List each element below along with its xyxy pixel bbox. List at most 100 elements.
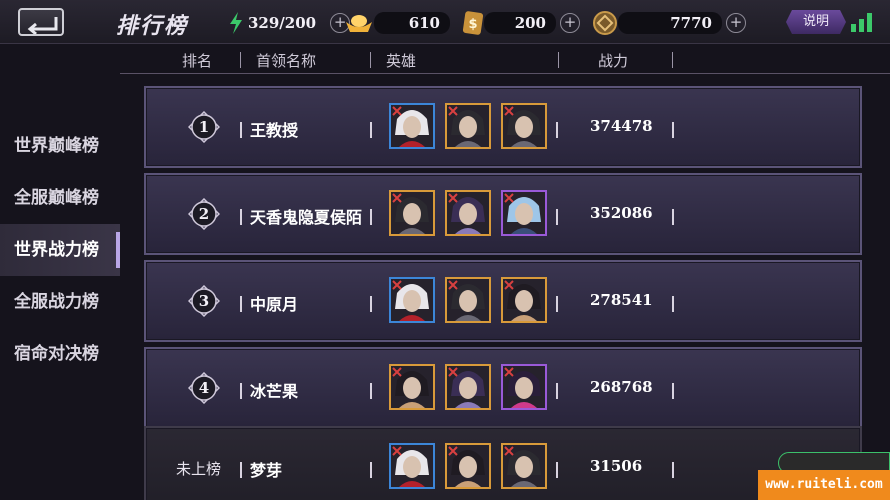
row-divider <box>240 462 242 478</box>
hero-dark-hair-icon <box>503 279 545 321</box>
coupon-value: 200 <box>484 12 556 34</box>
rank-badge: 4 <box>188 372 220 404</box>
hero-lineup <box>389 103 547 149</box>
hero-portrait[interactable] <box>501 103 547 149</box>
hero-lineup <box>389 277 547 323</box>
ranking-sidebar: 世界巅峰榜 全服巅峰榜 世界战力榜 全服战力榜 宿命对决榜 <box>0 120 120 380</box>
add-coupon-button[interactable]: + <box>560 13 580 33</box>
sidebar-item-server-power[interactable]: 全服战力榜 <box>0 276 120 328</box>
row-divider <box>556 209 558 225</box>
hero-portrait[interactable] <box>389 103 435 149</box>
hero-portrait[interactable] <box>389 443 435 489</box>
hero-shadow-beast-icon <box>447 366 489 408</box>
coupon-resource: $ 200 + <box>462 11 580 35</box>
coin-value: 7770 <box>618 12 722 34</box>
row-divider <box>370 296 372 312</box>
hero-dark-hair-icon <box>447 445 489 487</box>
hero-portrait[interactable] <box>389 364 435 410</box>
sidebar-item-server-peak[interactable]: 全服巅峰榜 <box>0 172 120 224</box>
table-row[interactable]: 1 王教授 374478 <box>144 86 862 168</box>
row-divider <box>370 209 372 225</box>
power-value: 352086 <box>590 204 653 222</box>
hero-dark-armor-icon <box>447 105 489 147</box>
table-row[interactable]: 2 天香鬼隐夏侯陌 352086 <box>144 173 862 255</box>
hero-portrait[interactable] <box>501 277 547 323</box>
hero-red-white-hair-icon <box>391 279 433 321</box>
row-divider <box>240 122 242 138</box>
hero-portrait[interactable] <box>501 190 547 236</box>
hero-portrait[interactable] <box>445 277 491 323</box>
row-divider <box>672 296 674 312</box>
leader-name: 冰芒果 <box>250 382 299 401</box>
hero-lineup <box>389 364 547 410</box>
row-divider <box>240 209 242 225</box>
column-rank: 排名 <box>182 52 213 70</box>
power-value: 374478 <box>590 117 653 135</box>
sidebar-item-world-peak[interactable]: 世界巅峰榜 <box>0 120 120 172</box>
rank-number: 未上榜 <box>176 460 222 478</box>
header-divider <box>672 52 673 68</box>
table-row[interactable]: 4 冰芒果 268768 <box>144 347 862 429</box>
hero-portrait[interactable] <box>445 364 491 410</box>
row-divider <box>672 462 674 478</box>
hero-dark-armor-icon <box>447 279 489 321</box>
back-arrow-icon <box>27 17 58 34</box>
gold-ingot-icon <box>346 15 372 32</box>
column-power: 战力 <box>598 52 629 70</box>
hero-portrait[interactable] <box>501 364 547 410</box>
table-row[interactable]: 未上榜 梦芽 31506 <box>144 426 862 500</box>
top-bar: 排行榜 329/200 + 610 $ 200 + 7770 + 说明 <box>0 0 890 44</box>
hero-shadow-beast-icon <box>447 192 489 234</box>
sidebar-item-fate-duel[interactable]: 宿命对决榜 <box>0 328 120 380</box>
hero-portrait[interactable] <box>501 443 547 489</box>
hero-lineup <box>389 443 547 489</box>
rank-number: 1 <box>198 118 210 136</box>
row-divider <box>240 296 242 312</box>
row-divider <box>370 122 372 138</box>
row-divider <box>672 383 674 399</box>
leader-name: 梦芽 <box>250 461 283 480</box>
row-divider <box>556 122 558 138</box>
column-leader: 首领名称 <box>256 52 317 70</box>
hero-portrait[interactable] <box>389 277 435 323</box>
row-divider <box>556 383 558 399</box>
sidebar-item-world-power[interactable]: 世界战力榜 <box>0 224 120 276</box>
coin-resource: 7770 + <box>592 11 746 35</box>
stamina-value: 329/200 <box>248 14 317 32</box>
watermark: www.ruiteli.com <box>758 470 890 500</box>
rank-number: 4 <box>198 379 210 397</box>
hero-portrait[interactable] <box>445 190 491 236</box>
rank-badge: 1 <box>188 111 220 143</box>
row-divider <box>370 383 372 399</box>
table-row[interactable]: 3 中原月 278541 <box>144 260 862 342</box>
coin-icon <box>593 11 617 35</box>
hero-portrait[interactable] <box>445 443 491 489</box>
hero-portrait[interactable] <box>389 190 435 236</box>
leader-name: 天香鬼隐夏侯陌 <box>250 208 363 227</box>
hero-dark-armor-icon <box>503 105 545 147</box>
stamina-resource: 329/200 + <box>228 12 351 34</box>
row-divider <box>672 122 674 138</box>
help-button[interactable]: 说明 <box>786 10 846 34</box>
header-divider <box>370 52 371 68</box>
coupon-icon: $ <box>462 11 484 35</box>
leader-name: 中原月 <box>250 295 299 314</box>
hero-red-white-hair-icon <box>391 105 433 147</box>
row-divider <box>556 296 558 312</box>
hero-dark-hair-icon <box>391 366 433 408</box>
hero-lineup <box>389 190 547 236</box>
column-heroes: 英雄 <box>386 52 417 70</box>
row-divider <box>672 209 674 225</box>
rank-badge: 2 <box>188 198 220 230</box>
back-button[interactable] <box>18 8 64 36</box>
add-coin-button[interactable]: + <box>726 13 746 33</box>
signal-icon <box>851 13 872 32</box>
power-value: 278541 <box>590 291 653 309</box>
column-header: 排名 首领名称 英雄 战力 <box>120 44 890 74</box>
gold-value: 610 <box>374 12 450 34</box>
hero-portrait[interactable] <box>445 103 491 149</box>
hero-blue-hair-icon <box>503 192 545 234</box>
row-divider <box>556 462 558 478</box>
page-title: 排行榜 <box>116 14 189 39</box>
header-divider <box>240 52 241 68</box>
